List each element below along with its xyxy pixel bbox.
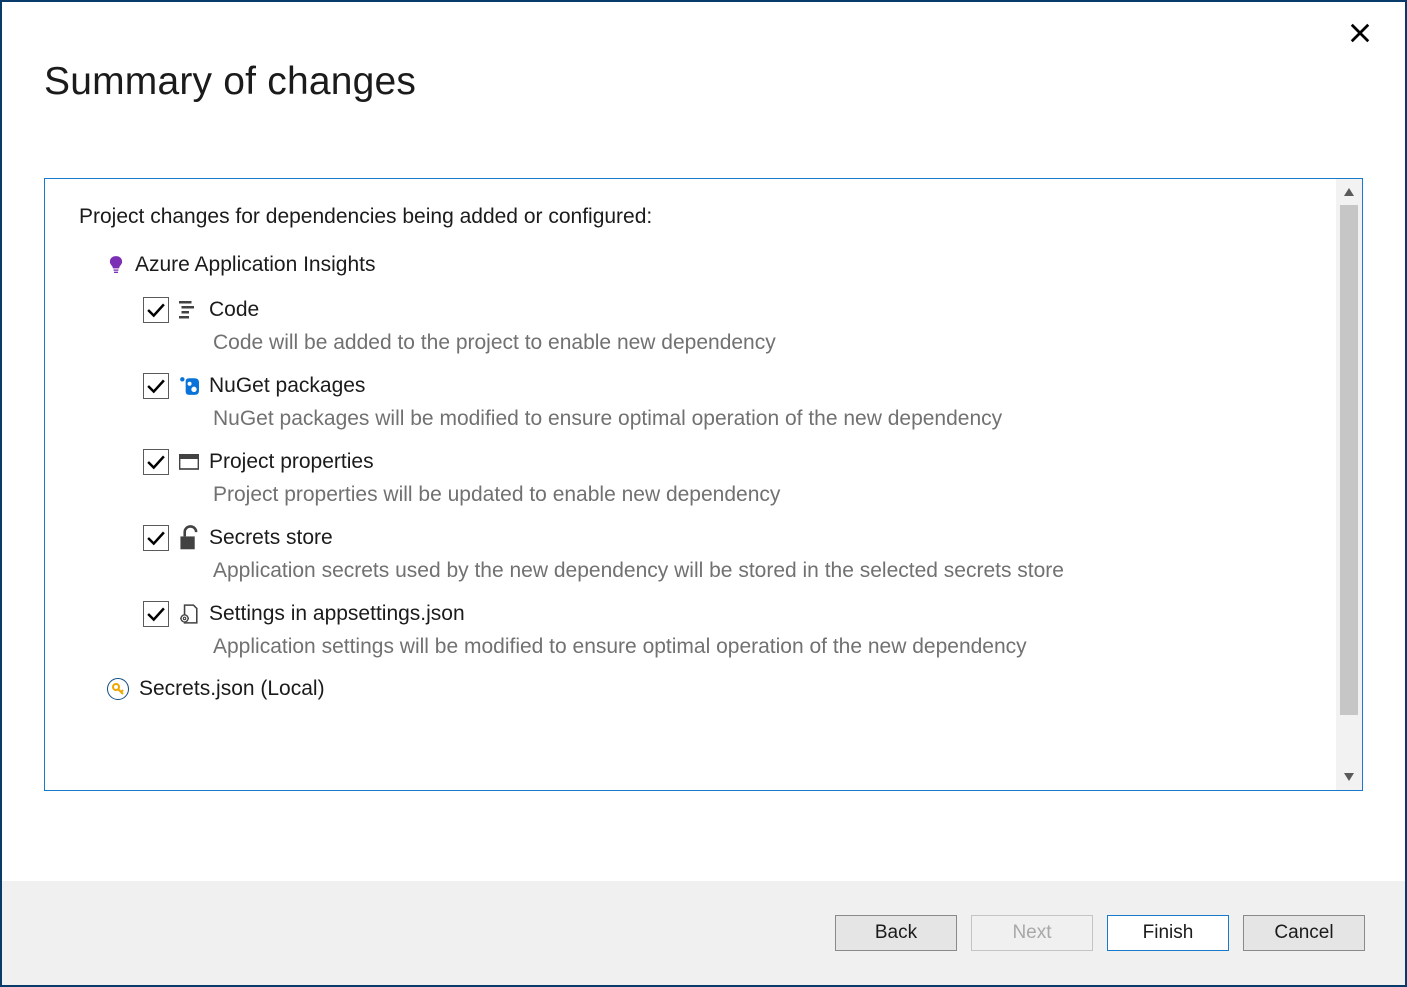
item-desc: Code will be added to the project to ena…	[213, 331, 1302, 355]
back-button[interactable]: Back	[835, 915, 957, 951]
code-icon	[179, 300, 199, 320]
dependency-label: Azure Application Insights	[135, 253, 375, 277]
changes-panel: Project changes for dependencies being a…	[44, 178, 1363, 791]
item-title: Settings in appsettings.json	[209, 602, 465, 626]
change-item-secrets-store: Secrets store Application secrets used b…	[143, 525, 1302, 583]
check-icon	[147, 454, 165, 470]
secrets-json-row: Secrets.json (Local)	[107, 677, 1302, 701]
item-title: Project properties	[209, 450, 374, 474]
nuget-icon	[179, 376, 199, 396]
check-icon	[147, 530, 165, 546]
key-icon	[107, 678, 129, 700]
change-item-code: Code Code will be added to the project t…	[143, 297, 1302, 355]
settings-file-icon	[179, 604, 199, 624]
scroll-down-button[interactable]	[1336, 764, 1362, 790]
item-title: Code	[209, 298, 259, 322]
dialog-footer: Back Next Finish Cancel	[2, 881, 1405, 985]
close-button[interactable]	[1349, 22, 1377, 50]
change-item-project-properties: Project properties Project properties wi…	[143, 449, 1302, 507]
scroll-up-button[interactable]	[1336, 179, 1362, 205]
close-icon	[1349, 22, 1371, 44]
chevron-down-icon	[1343, 772, 1355, 782]
scrollbar-thumb[interactable]	[1340, 205, 1358, 715]
checkbox-code[interactable]	[143, 297, 169, 323]
check-icon	[147, 302, 165, 318]
secrets-json-label: Secrets.json (Local)	[139, 677, 325, 701]
changes-scroll-area: Project changes for dependencies being a…	[45, 179, 1336, 790]
next-button: Next	[971, 915, 1093, 951]
scrollbar[interactable]	[1336, 179, 1362, 790]
cancel-button[interactable]: Cancel	[1243, 915, 1365, 951]
change-items: Code Code will be added to the project t…	[143, 297, 1302, 659]
checkbox-secrets-store[interactable]	[143, 525, 169, 551]
scrollbar-track[interactable]	[1336, 205, 1362, 764]
item-desc: NuGet packages will be modified to ensur…	[213, 407, 1302, 431]
checkbox-appsettings[interactable]	[143, 601, 169, 627]
item-desc: Application secrets used by the new depe…	[213, 559, 1302, 583]
checkbox-nuget[interactable]	[143, 373, 169, 399]
finish-button[interactable]: Finish	[1107, 915, 1229, 951]
lightbulb-icon	[107, 255, 125, 275]
item-desc: Application settings will be modified to…	[213, 635, 1302, 659]
item-title: NuGet packages	[209, 374, 365, 398]
check-icon	[147, 606, 165, 622]
dependency-header: Azure Application Insights	[107, 253, 1302, 277]
intro-text: Project changes for dependencies being a…	[79, 205, 1302, 229]
lock-open-icon	[179, 528, 199, 548]
checkbox-project-properties[interactable]	[143, 449, 169, 475]
chevron-up-icon	[1343, 187, 1355, 197]
check-icon	[147, 378, 165, 394]
change-item-appsettings: Settings in appsettings.json Application…	[143, 601, 1302, 659]
page-title: Summary of changes	[44, 60, 1405, 104]
dialog-window: Summary of changes Project changes for d…	[0, 0, 1407, 987]
window-icon	[179, 452, 199, 472]
change-item-nuget: NuGet packages NuGet packages will be mo…	[143, 373, 1302, 431]
item-title: Secrets store	[209, 526, 333, 550]
item-desc: Project properties will be updated to en…	[213, 483, 1302, 507]
